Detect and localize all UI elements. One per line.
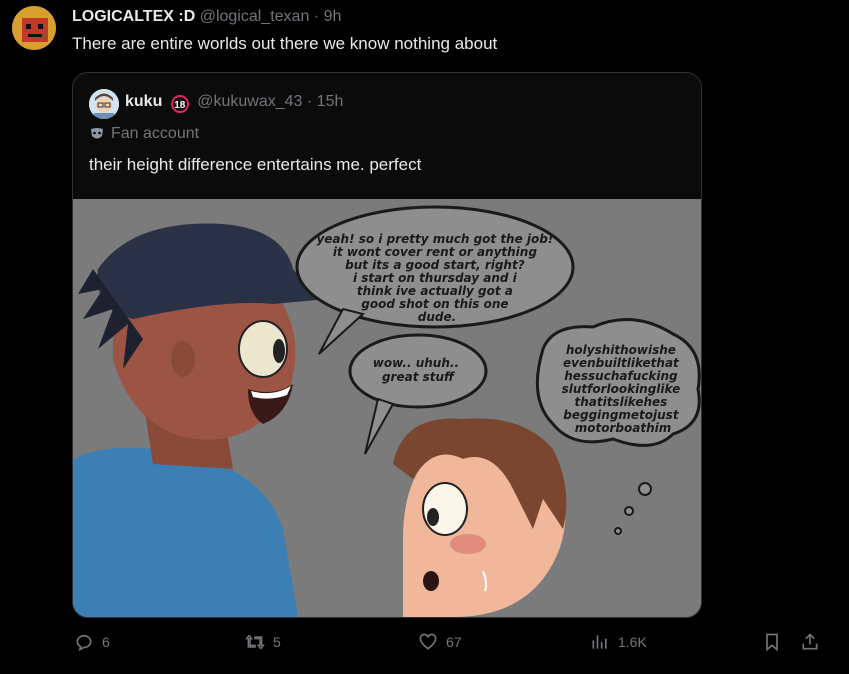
- separator-dot: ·: [306, 93, 313, 110]
- quote-author-name[interactable]: kuku: [125, 93, 162, 110]
- tweet-time[interactable]: 9h: [324, 8, 342, 25]
- author-name[interactable]: LOGICALTEX :D: [72, 8, 195, 25]
- author-handle[interactable]: @logical_texan: [200, 8, 310, 25]
- separator-dot: ·: [313, 8, 320, 25]
- age-badge: 18: [170, 95, 189, 113]
- bookmark-button[interactable]: [762, 632, 782, 652]
- avatar-image: [12, 6, 56, 50]
- bookmark-icon: [766, 633, 778, 652]
- like-button[interactable]: 67: [418, 632, 462, 652]
- thought-bubble: holyshithowishe evenbuiltlikethat hessuc…: [562, 343, 685, 435]
- fan-account-label: Fan account: [89, 125, 199, 143]
- quote-author-handle[interactable]: @kukuwax_43: [197, 93, 302, 110]
- comic-image[interactable]: yeah! so i pretty much got the job! it w…: [73, 199, 701, 617]
- mask-icon: [91, 128, 103, 139]
- heart-icon: [419, 633, 437, 650]
- reply-icon: [76, 634, 92, 652]
- repost-count: 5: [273, 634, 281, 650]
- tweet-text: There are entire worlds out there we kno…: [72, 34, 498, 53]
- like-count: 67: [446, 634, 462, 650]
- quote-avatar-image: [89, 89, 119, 119]
- author-avatar[interactable]: [12, 6, 56, 50]
- share-icon: [802, 633, 818, 650]
- quote-header: kuku 18 @kukuwax_43 · 15h: [125, 93, 343, 113]
- fan-account-text: Fan account: [111, 125, 200, 142]
- repost-button[interactable]: 5: [245, 632, 281, 652]
- speech-bubble-2: wow.. uhuh.. great stuff: [373, 356, 463, 384]
- views-button[interactable]: 1.6K: [590, 632, 647, 652]
- views-icon: [592, 635, 607, 649]
- quoted-tweet[interactable]: kuku 18 @kukuwax_43 · 15h Fan account th…: [72, 72, 702, 618]
- reply-button[interactable]: 6: [74, 632, 110, 652]
- reply-count: 6: [102, 634, 110, 650]
- tweet-actions: 6 5 67 1.6K: [0, 632, 849, 662]
- views-count: 1.6K: [618, 634, 647, 650]
- quote-text: their height difference entertains me. p…: [89, 155, 422, 174]
- share-button[interactable]: [800, 632, 820, 652]
- tweet-header: LOGICALTEX :D @logical_texan · 9h: [72, 8, 341, 26]
- quote-author-avatar[interactable]: [89, 89, 119, 119]
- comic-illustration: yeah! so i pretty much got the job! it w…: [73, 199, 701, 617]
- repost-icon: [245, 634, 265, 650]
- quote-time[interactable]: 15h: [317, 93, 344, 110]
